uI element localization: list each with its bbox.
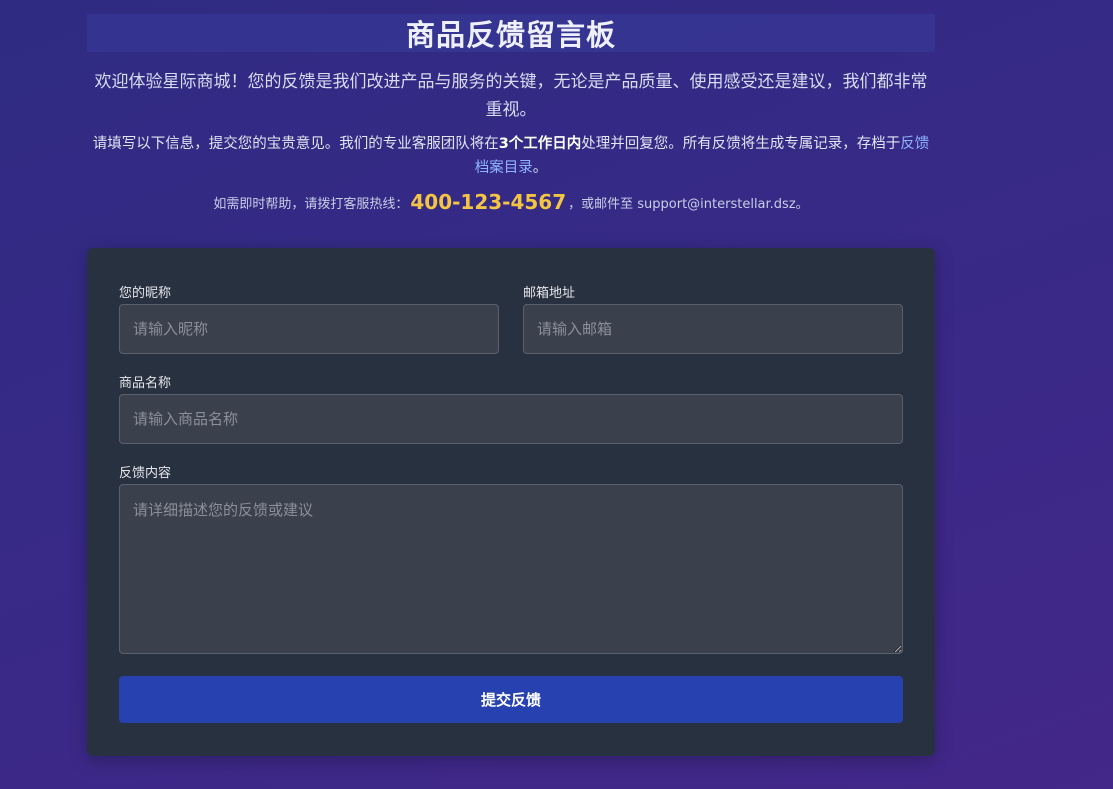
intro-text: 欢迎体验星际商城！您的反馈是我们改进产品与服务的关键，无论是产品质量、使用感受还… bbox=[94, 72, 928, 120]
nickname-input[interactable] bbox=[119, 304, 499, 354]
title-bar: 商品反馈留言板 bbox=[87, 14, 935, 52]
info-middle: 处理并回复您。所有反馈将生成专属记录，存档于 bbox=[581, 136, 901, 152]
info-suffix: 。 bbox=[532, 160, 548, 176]
hotline-text: 如需即时帮助，请拨打客服热线： 400-123-4567 ，或邮件至 support… bbox=[87, 188, 935, 219]
hotline-phone: 400-123-4567 bbox=[410, 190, 567, 214]
email-label: 邮箱地址 bbox=[523, 286, 576, 301]
feedback-page: 商品反馈留言板 欢迎体验星际商城！您的反馈是我们改进产品与服务的关键，无论是产品… bbox=[87, 0, 935, 756]
hotline-prefix: 如需即时帮助，请拨打客服热线： bbox=[213, 197, 409, 212]
email-input[interactable] bbox=[523, 304, 903, 354]
info-text: 请填写以下信息，提交您的宝贵意见。我们的专业客服团队将在3个工作日内处理并回复您… bbox=[87, 132, 935, 180]
submit-feedback-button[interactable]: 提交反馈 bbox=[119, 676, 903, 723]
hotline-suffix: ，或邮件至 support@interstellar.dsz。 bbox=[568, 197, 809, 212]
product-input[interactable] bbox=[119, 394, 903, 444]
content-textarea[interactable] bbox=[119, 484, 903, 654]
content-label: 反馈内容 bbox=[119, 466, 172, 481]
nickname-label: 您的昵称 bbox=[119, 286, 172, 301]
info-bold-deadline: 3个工作日内 bbox=[498, 136, 582, 152]
info-prefix: 请填写以下信息，提交您的宝贵意见。我们的专业客服团队将在 bbox=[92, 136, 499, 152]
page-title: 商品反馈留言板 bbox=[405, 18, 616, 52]
feedback-form: 您的昵称 邮箱地址 商品名称 反馈内容 提交反馈 bbox=[87, 248, 935, 756]
product-label: 商品名称 bbox=[119, 376, 172, 391]
